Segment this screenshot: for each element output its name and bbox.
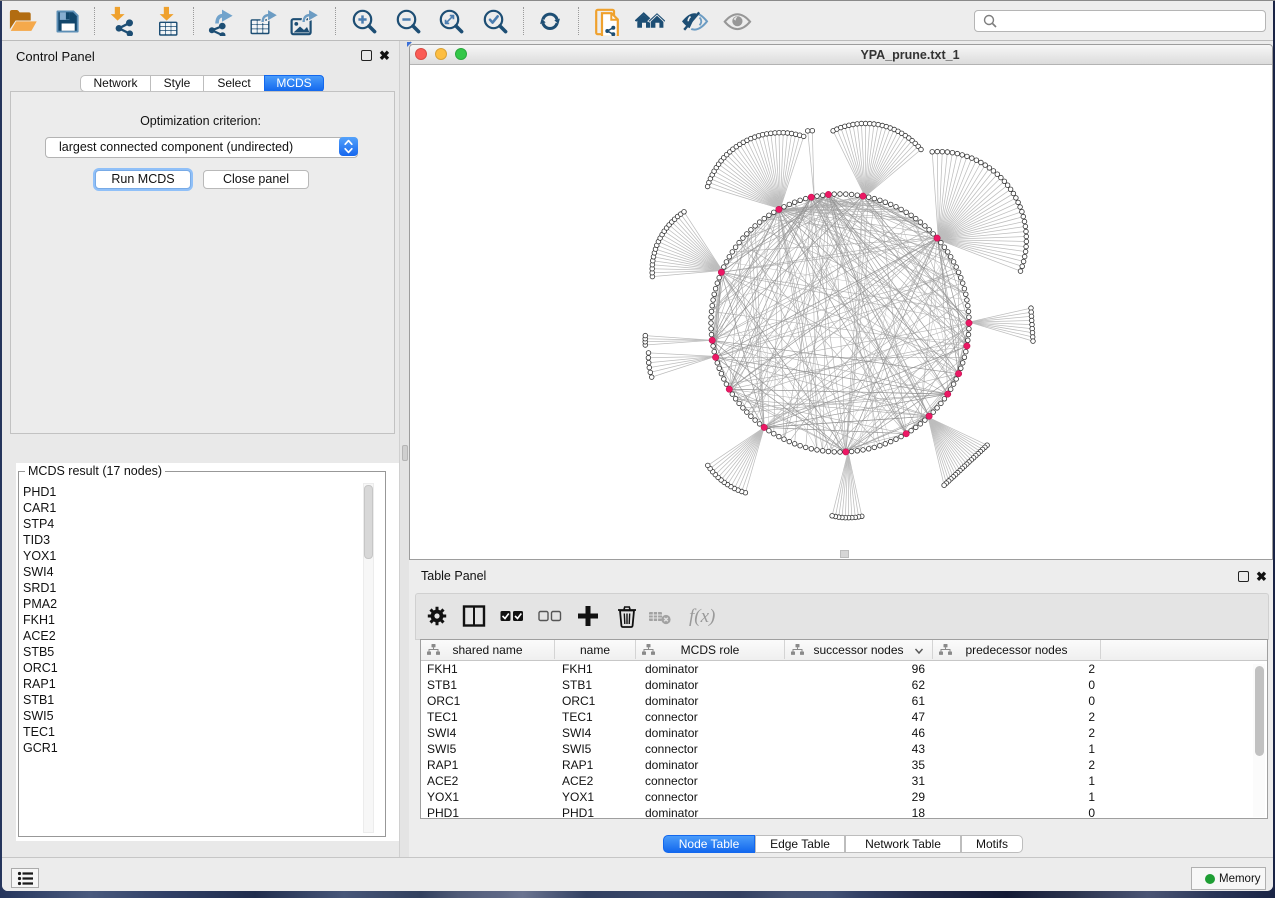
svg-text:f(x): f(x) (689, 606, 715, 627)
